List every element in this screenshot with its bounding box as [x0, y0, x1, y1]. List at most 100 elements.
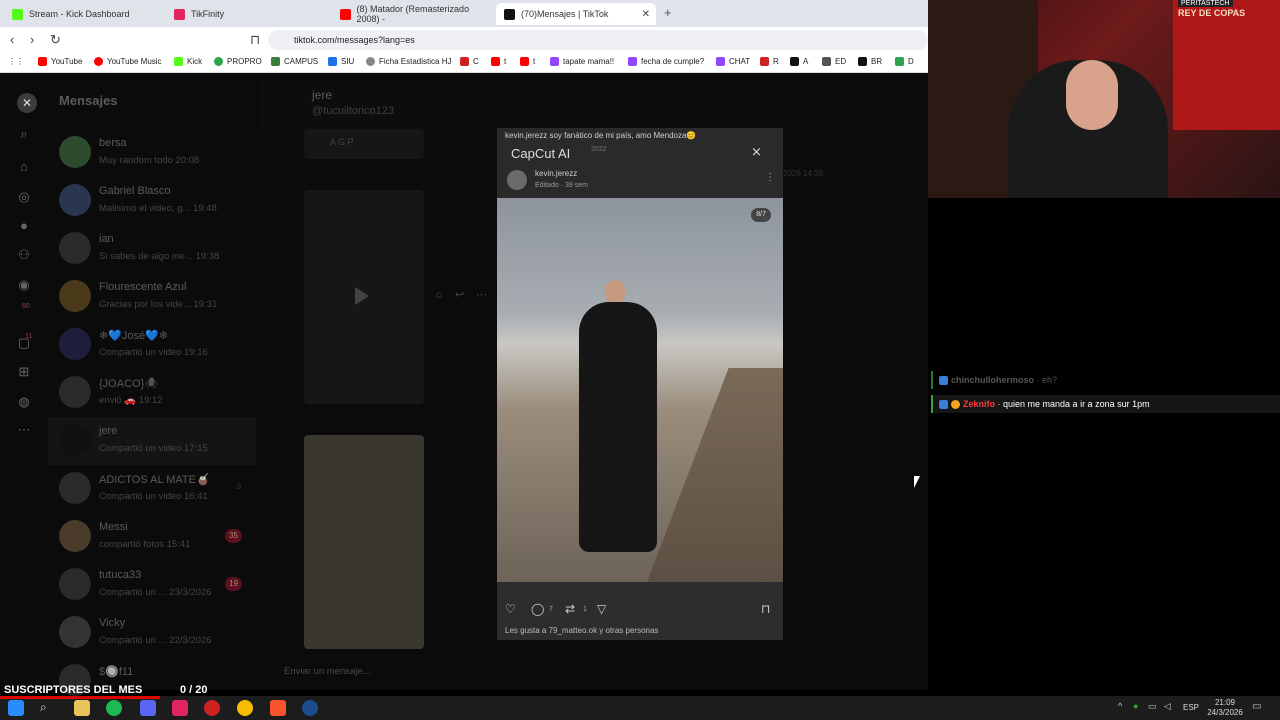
tab-kick-dashboard[interactable]: Stream - Kick Dashboard	[4, 3, 164, 25]
shared-video-thumb[interactable]	[304, 435, 424, 649]
repost-icon[interactable]: ⇄	[565, 602, 575, 616]
comment-icon[interactable]: ◯	[531, 602, 544, 616]
brave-icon[interactable]	[270, 700, 286, 716]
bookmark-campus[interactable]: CAMPUS	[271, 57, 318, 66]
taskbar: ⌕ ^ ● ▭ ◁ ESP 21:09 24/3/2026 ▭	[0, 696, 1280, 720]
upload-icon[interactable]: ⊞	[15, 363, 33, 381]
chat-user[interactable]: Zeknifo	[963, 399, 995, 409]
live-icon[interactable]: ◉	[15, 276, 33, 294]
clock[interactable]: 21:09 24/3/2026	[1205, 698, 1245, 718]
steam-icon[interactable]	[302, 700, 318, 716]
address-bar[interactable]: tiktok.com/messages?lang=es	[268, 30, 928, 50]
more-options-icon[interactable]: ⋯	[476, 288, 487, 301]
post-menu-icon[interactable]: ⋮	[765, 172, 775, 183]
bookmark-chat[interactable]: CHAT	[716, 57, 750, 66]
sign-text: PERITASTECH	[1178, 0, 1233, 7]
conversation-name: Vicky	[99, 617, 126, 629]
bookmark-r[interactable]: R	[760, 57, 779, 66]
conversation-preview: Compartió un ... 22/3/2026	[99, 635, 212, 646]
play-icon[interactable]	[355, 287, 369, 305]
conversation-preview: envió 🚗 19:12	[99, 395, 163, 406]
network-icon[interactable]: ▭	[1148, 701, 1157, 712]
video-player[interactable]: kevin.jerezz soy fanático de mi país, am…	[497, 128, 783, 640]
bookmark-youtube[interactable]: YouTube	[38, 57, 82, 66]
back-icon[interactable]: ‹	[10, 32, 14, 47]
shared-video-thumb[interactable]: A G P	[304, 129, 424, 159]
notification-icon[interactable]: ▭	[1252, 701, 1261, 712]
bookmark-t1[interactable]: t	[491, 57, 506, 66]
volume-icon[interactable]: ◁	[1164, 701, 1171, 712]
file-explorer-icon[interactable]	[74, 700, 90, 716]
tikfinity-icon[interactable]	[172, 700, 188, 716]
tab-tiktok-messages[interactable]: (70)Mensajes | TikTok ✕	[496, 3, 656, 25]
obs-icon[interactable]	[204, 700, 220, 716]
tray-chevron-icon[interactable]: ^	[1118, 701, 1122, 711]
conversation-item[interactable]: {JOACO}🕷 envió 🚗 19:12	[48, 369, 256, 417]
apps-icon[interactable]: ⋮⋮	[8, 57, 24, 66]
badge-icon	[939, 375, 948, 385]
avatar	[59, 616, 91, 648]
save-icon[interactable]: ⊓	[761, 602, 770, 616]
language-indicator[interactable]: ESP	[1183, 703, 1199, 712]
reload-icon[interactable]: ↻	[50, 32, 61, 48]
bookmark-kick[interactable]: Kick	[174, 57, 202, 66]
following-icon[interactable]: ●	[15, 217, 33, 235]
conversation-item[interactable]: $🔘f11	[48, 657, 256, 696]
spotify-icon[interactable]	[106, 700, 122, 716]
start-icon[interactable]	[8, 700, 24, 716]
left-rail: ⌕ ⌂ ◎ ● ⚇ ◉ 60 ▢ 11 ⊞ ◍ ⋯	[0, 73, 48, 690]
conversation-item[interactable]: Vicky Compartió un ... 22/3/2026	[48, 609, 256, 657]
avatar	[59, 280, 91, 312]
conversation-item[interactable]: tutuca33 Compartió un ... 23/3/2026 19	[48, 561, 256, 609]
emoji-react-icon[interactable]: ☺	[434, 290, 444, 301]
close-tab-icon[interactable]: ✕	[642, 9, 650, 20]
bookmark-siu[interactable]: SIU	[328, 57, 354, 66]
bookmark-ficha[interactable]: Ficha Estadistica HJ	[366, 57, 451, 66]
conversation-item[interactable]: ❄💙José💙❄ Compartió un video 19:16	[48, 321, 256, 369]
profile-icon[interactable]: ◍	[15, 393, 33, 411]
bookmark-t2[interactable]: t	[520, 57, 535, 66]
bookmark-propro[interactable]: PROPRO	[214, 57, 262, 66]
stream-chat-panel: chinchullohermoso · eh? Zeknifo · quien …	[928, 198, 1280, 690]
bookmark-tapate[interactable]: tapate mama!!	[550, 57, 614, 66]
bookmark-youtube-music[interactable]: YouTube Music	[94, 57, 162, 66]
post-subtitle: Editado · 39 sem	[535, 182, 588, 189]
bookmark-ed[interactable]: ED	[822, 57, 846, 66]
bookmark-d[interactable]: D	[895, 57, 914, 66]
tray-app-icon[interactable]: ●	[1133, 701, 1138, 711]
bookmark-fecha[interactable]: fecha de cumple?	[628, 57, 704, 66]
forward-icon[interactable]: ›	[30, 32, 34, 47]
message-composer[interactable]: Enviar un mensaje...	[272, 659, 928, 685]
search-icon[interactable]: ⌕	[40, 700, 56, 716]
conversation-preview: Compartió un video 16:41	[99, 491, 208, 502]
conversation-name: ❄💙José💙❄	[99, 330, 169, 342]
conversation-item[interactable]: ADICTOS AL MATE🧉 Compartió un video 16:41…	[48, 465, 256, 513]
person-body	[579, 302, 657, 552]
conversation-item[interactable]: Flourescente Azul Gracias por los vide...…	[48, 273, 256, 321]
chat-user[interactable]: chinchullohermoso	[951, 375, 1034, 385]
bookmark-icon[interactable]: ⊓	[250, 32, 260, 48]
conversation-item[interactable]: Gabriel Blasco Malisimo el video, g... 19…	[48, 177, 256, 225]
discord-icon[interactable]	[140, 700, 156, 716]
like-icon[interactable]: ♡	[505, 602, 516, 616]
new-tab-icon[interactable]: +	[664, 5, 672, 20]
chrome-icon[interactable]	[237, 700, 253, 716]
home-icon[interactable]: ⌂	[15, 158, 33, 176]
explore-icon[interactable]: ◎	[15, 188, 33, 206]
tab-tikfinity[interactable]: TikFinity	[166, 3, 332, 25]
conversation-item[interactable]: ian Si sabes de algo me... 19:38	[48, 225, 256, 273]
search-icon[interactable]: ⌕	[15, 125, 33, 143]
tab-youtube-matador[interactable]: (8) Matador (Remasterizado 2008) -	[332, 3, 494, 25]
bookmark-br[interactable]: BR	[858, 57, 882, 66]
bookmark-a[interactable]: A	[790, 57, 808, 66]
avatar	[59, 376, 91, 408]
conversation-item-selected[interactable]: jere Compartió un video 17:15	[48, 417, 256, 465]
friends-icon[interactable]: ⚇	[15, 246, 33, 264]
more-icon[interactable]: ⋯	[15, 421, 33, 439]
bookmark-c[interactable]: C	[460, 57, 479, 66]
reply-icon[interactable]: ↩	[455, 288, 464, 301]
share-icon[interactable]: ▽	[597, 602, 606, 616]
conversation-item[interactable]: Messi compartió fotos 15:41 35	[48, 513, 256, 561]
conversation-item[interactable]: bersa Muy random todo 20:08	[48, 129, 256, 177]
avatar	[59, 232, 91, 264]
